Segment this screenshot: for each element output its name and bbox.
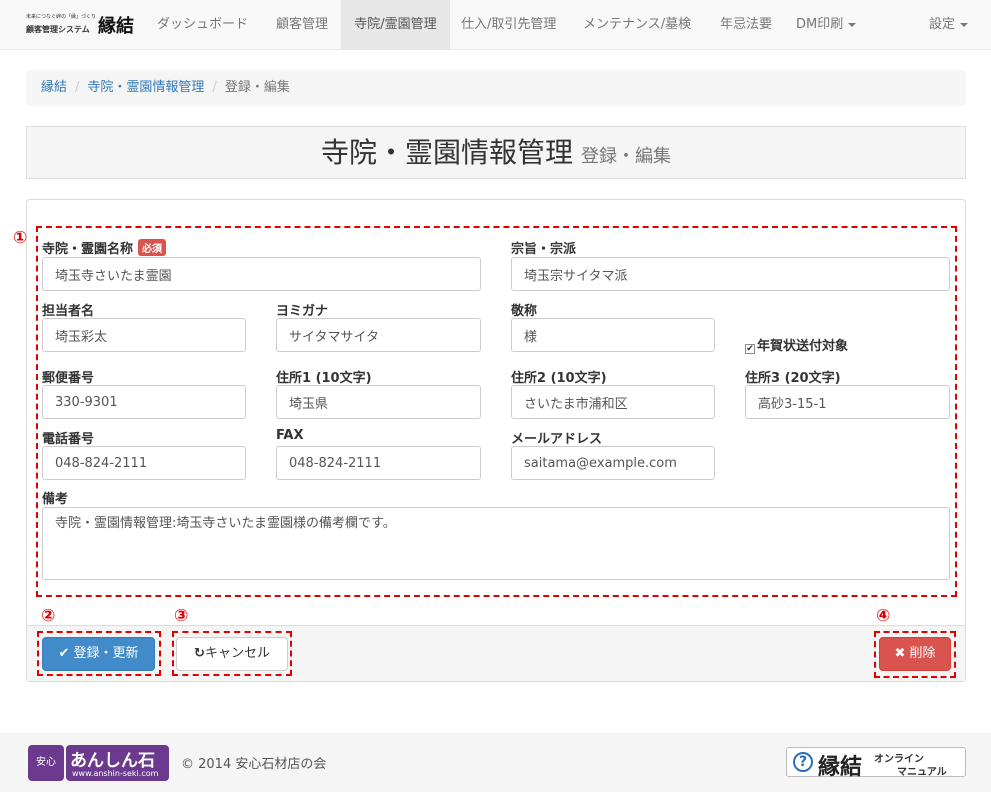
- anshin-name: あんしん石: [70, 751, 155, 771]
- close-icon: ✖: [894, 646, 906, 661]
- temple-name-label: 寺院・霊園名称 必須: [42, 238, 167, 257]
- annotation-marker-3: ③: [174, 606, 189, 626]
- manual-logo: 縁結: [818, 754, 863, 780]
- breadcrumb-section[interactable]: 寺院・霊園情報管理: [87, 80, 204, 95]
- honorific-label: 敬称: [511, 304, 538, 319]
- navbar: 未来につなぐ絆の「縁」づくり 顧客管理システム 縁結 ダッシュボード 顧客管理 …: [0, 0, 991, 50]
- honorific-input[interactable]: [511, 318, 715, 352]
- brand-tagline: 未来につなぐ絆の「縁」づくり: [26, 14, 97, 20]
- nav-settings-label: 設定: [929, 17, 956, 32]
- chevron-down-icon: [960, 22, 969, 27]
- fax-input[interactable]: [276, 446, 481, 480]
- annotation-marker-4: ④: [876, 606, 891, 626]
- notes-label: 備考: [42, 492, 69, 507]
- kana-input[interactable]: [276, 318, 481, 352]
- footer: 安心 あんしん石 www.anshin-seki.com © 2014 安心石材…: [0, 733, 991, 792]
- anshin-url: www.anshin-seki.com: [72, 769, 159, 778]
- anshin-seal: 安心: [28, 745, 64, 781]
- cancel-button[interactable]: ↻キャンセル: [176, 637, 288, 671]
- addr2-label: 住所2 (10文字): [511, 371, 607, 386]
- kana-label: ヨミガナ: [276, 304, 329, 319]
- save-button-label: 登録・更新: [73, 646, 139, 661]
- page-subtitle: 登録・編集: [581, 146, 671, 167]
- person-input[interactable]: [42, 318, 246, 352]
- addr1-input[interactable]: [276, 385, 481, 419]
- refresh-icon: ↻: [194, 646, 205, 661]
- annotation-marker-1: ①: [13, 228, 28, 248]
- nav-dashboard[interactable]: ダッシュボード: [157, 0, 248, 49]
- person-label: 担当者名: [42, 304, 95, 319]
- addr3-label: 住所3 (20文字): [745, 371, 841, 386]
- check-icon: ✔: [58, 646, 70, 661]
- cancel-button-label: キャンセル: [204, 646, 270, 661]
- anshin-banner: あんしん石 www.anshin-seki.com: [66, 745, 169, 781]
- nav-temples[interactable]: 寺院/霊園管理: [341, 0, 450, 49]
- sect-label: 宗旨・宗派: [511, 242, 577, 257]
- nav-maintenance[interactable]: メンテナンス/墓検: [583, 0, 691, 49]
- sect-input[interactable]: [511, 257, 950, 291]
- help-icon: ?: [793, 752, 813, 772]
- required-badge: 必須: [138, 239, 167, 256]
- save-button[interactable]: ✔ 登録・更新: [42, 637, 155, 671]
- delete-button-label: 削除: [909, 646, 936, 661]
- page-title: 寺院・霊園情報管理: [320, 136, 573, 169]
- notes-textarea[interactable]: 寺院・霊園情報管理:埼玉寺さいたま霊園様の備考欄です。: [42, 507, 950, 580]
- breadcrumb: 縁結 / 寺院・霊園情報管理 / 登録・編集: [26, 70, 966, 106]
- phone-label: 電話番号: [42, 432, 95, 447]
- nav-dm-print-label: DM印刷: [796, 17, 844, 32]
- breadcrumb-separator: /: [212, 80, 217, 95]
- breadcrumb-current: 登録・編集: [224, 80, 290, 95]
- addr1-label: 住所1 (10文字): [276, 371, 372, 386]
- breadcrumb-home[interactable]: 縁結: [41, 80, 67, 95]
- newyear-label: 年賀状送付対象: [757, 339, 849, 354]
- fax-label: FAX: [276, 428, 304, 443]
- addr3-input[interactable]: [745, 385, 950, 419]
- brand-system: 顧客管理システム: [26, 24, 90, 34]
- nav-customers[interactable]: 顧客管理: [276, 0, 328, 49]
- zip-input[interactable]: [42, 385, 246, 419]
- online-manual-button[interactable]: ? 縁結 オンライン マニュアル: [786, 747, 966, 780]
- anshin-logo[interactable]: 安心 あんしん石 www.anshin-seki.com: [28, 745, 169, 781]
- phone-input[interactable]: [42, 446, 246, 480]
- nav-dm-print[interactable]: DM印刷: [796, 0, 857, 49]
- annotation-marker-2: ②: [41, 606, 56, 626]
- nav-suppliers[interactable]: 仕入/取引先管理: [461, 0, 556, 49]
- zip-label: 郵便番号: [42, 371, 95, 386]
- manual-line2: マニュアル: [897, 767, 947, 778]
- form-footer: [27, 625, 965, 681]
- checkbox-checked-icon: ✔: [745, 344, 755, 354]
- email-input[interactable]: [511, 446, 715, 480]
- copyright: © 2014 安心石材店の会: [181, 757, 327, 772]
- addr2-input[interactable]: [511, 385, 715, 419]
- newyear-checkbox[interactable]: ✔ 年賀状送付対象: [745, 335, 848, 354]
- page-header: 寺院・霊園情報管理 登録・編集: [26, 126, 966, 179]
- breadcrumb-separator: /: [75, 80, 80, 95]
- brand-logo[interactable]: 未来につなぐ絆の「縁」づくり 顧客管理システム 縁結: [26, 10, 141, 40]
- nav-settings[interactable]: 設定: [929, 0, 969, 49]
- nav-memorial[interactable]: 年忌法要: [720, 0, 772, 49]
- email-label: メールアドレス: [511, 432, 603, 447]
- brand-name: 縁結: [98, 16, 134, 37]
- temple-name-input[interactable]: [42, 257, 481, 291]
- chevron-down-icon: [848, 22, 857, 27]
- delete-button[interactable]: ✖ 削除: [879, 637, 951, 671]
- temple-name-label-text: 寺院・霊園名称: [42, 242, 134, 257]
